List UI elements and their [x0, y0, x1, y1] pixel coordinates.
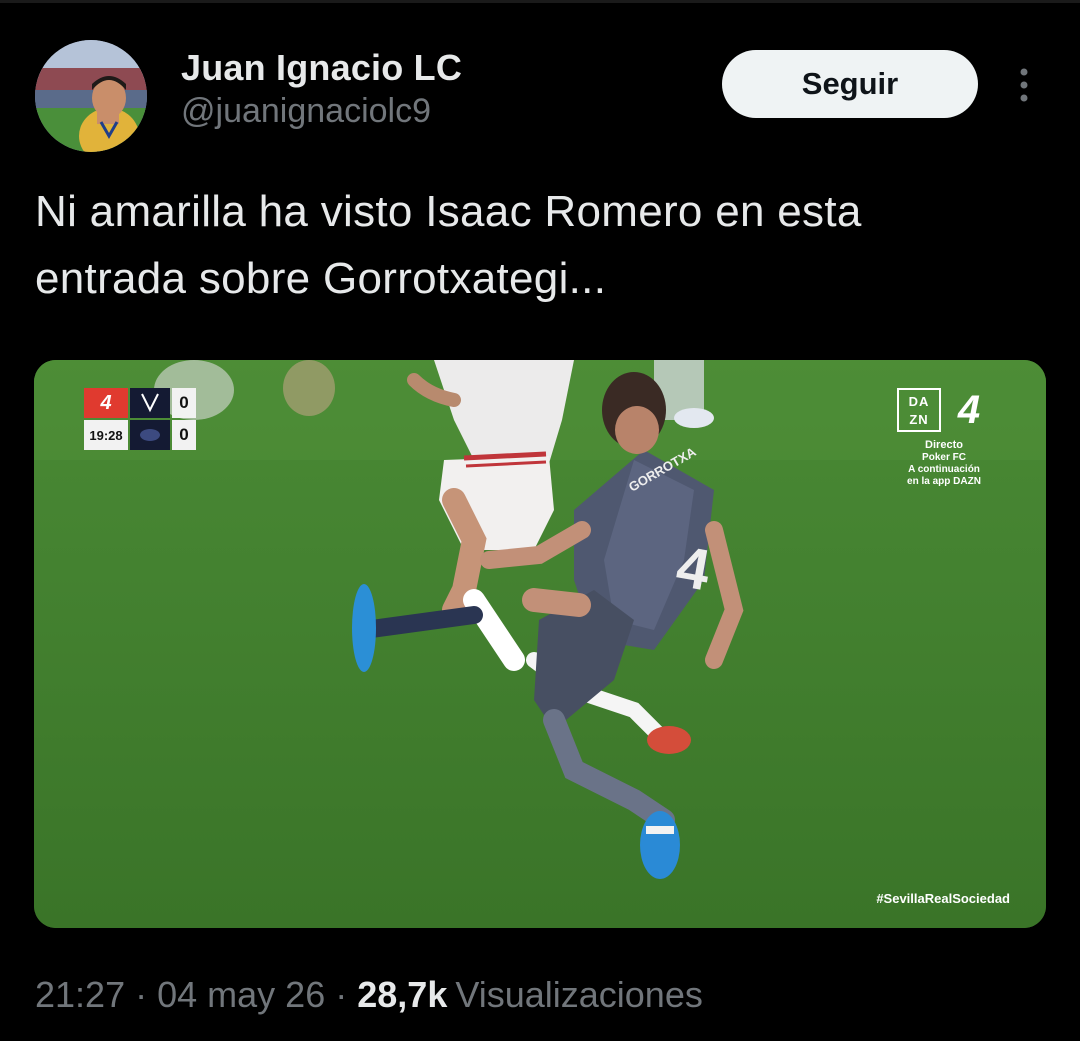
- broadcast-app-note: en la app DAZN: [907, 476, 981, 487]
- profile-photo: [35, 40, 147, 152]
- top-divider: [0, 0, 1080, 3]
- broadcast-next: A continuación: [908, 464, 980, 475]
- meta-separator: ·: [335, 974, 348, 1015]
- broadcaster-overlay: DA ZN 4 Directo Poker FC A continuación …: [892, 388, 996, 488]
- dazn-logo-top: DA: [908, 394, 930, 409]
- display-name[interactable]: Juan Ignacio LC: [181, 46, 462, 90]
- more-options-button[interactable]: [1004, 62, 1044, 108]
- broadcast-hashtag: #SevillaRealSociedad: [876, 891, 1010, 906]
- tweet-text-line: Ni amarilla ha visto Isaac Romero en est…: [35, 187, 862, 236]
- meta-separator: ·: [135, 974, 148, 1015]
- tweet-text-line: entrada sobre Gorrotxategi...: [35, 254, 607, 303]
- laliga-logo-icon: 4: [957, 388, 981, 432]
- tweet-text: Ni amarilla ha visto Isaac Romero en est…: [35, 178, 1045, 312]
- more-options-icon: [1020, 68, 1028, 102]
- follow-button[interactable]: Seguir: [722, 50, 978, 118]
- dazn-logo-bottom: ZN: [909, 412, 929, 427]
- avatar[interactable]: [35, 40, 147, 152]
- user-info[interactable]: Juan Ignacio LC @juanignaciolc9: [181, 46, 462, 132]
- tweet-time[interactable]: 21:27: [35, 974, 125, 1015]
- away-score: 0: [172, 420, 196, 450]
- broadcast-program: Poker FC: [922, 452, 966, 463]
- scoreboard: 4 0 19:28 0: [84, 388, 196, 450]
- league-logo-icon: 4: [84, 388, 128, 418]
- home-score: 0: [172, 388, 196, 418]
- views-count[interactable]: 28,7k: [357, 974, 447, 1015]
- team-crest-icon: [130, 420, 170, 450]
- broadcast-live-label: Directo: [925, 439, 963, 451]
- match-clock: 19:28: [84, 420, 128, 450]
- views-label[interactable]: Visualizaciones: [455, 974, 702, 1015]
- dazn-logo-icon: DA ZN: [897, 388, 941, 432]
- tweet-media-image[interactable]: 4 GORROTXA 4 0 19:28 0 DA ZN 4 Directo P…: [34, 360, 1046, 928]
- tweet-meta: 21:27 · 04 may 26 · 28,7k Visualizaciones: [35, 970, 703, 1020]
- tweet-date[interactable]: 04 may 26: [157, 974, 325, 1015]
- user-handle[interactable]: @juanignaciolc9: [181, 90, 462, 132]
- team-crest-icon: [130, 388, 170, 418]
